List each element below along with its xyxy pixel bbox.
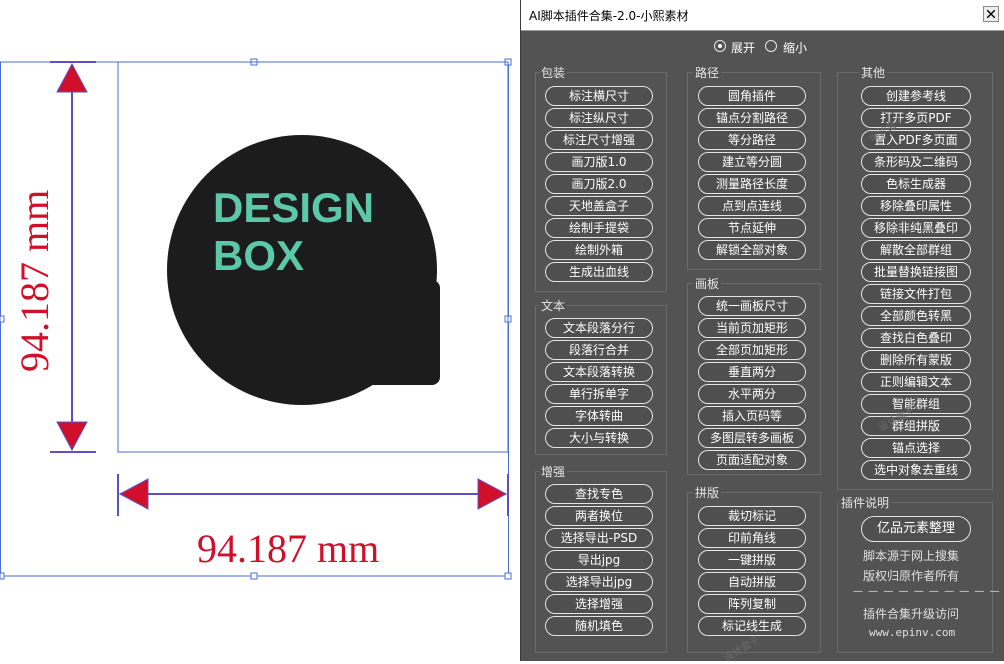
path-button[interactable]: 建立等分圆 [698, 152, 806, 172]
group-other-title: 其他 [859, 64, 888, 81]
path-button[interactable]: 节点延伸 [698, 218, 806, 238]
info-copyright-text: 版权归原作者所有 [863, 569, 960, 583]
artboard-button[interactable]: 统一画板尺寸 [698, 296, 806, 316]
other-button[interactable]: 智能群组 [861, 394, 971, 414]
enhance-button[interactable]: 选择增强 [545, 594, 653, 614]
group-path-title: 路径 [693, 64, 722, 81]
group-text-title: 文本 [539, 297, 568, 314]
artboard-button[interactable]: 全部页加矩形 [698, 340, 806, 360]
other-button[interactable]: 全部颜色转黑 [861, 306, 971, 326]
width-dimension-label: 94.187 mm [197, 526, 379, 571]
artboard-canvas[interactable]: DESIGN BOX 94.187 mm 94.187 mm [0, 0, 520, 661]
other-button[interactable]: 查找白色叠印 [861, 328, 971, 348]
group-plugin-info-title: 插件说明 [839, 494, 892, 511]
path-button[interactable]: 点到点连线 [698, 196, 806, 216]
group-packaging-title: 包装 [539, 64, 568, 81]
artboard-button[interactable]: 垂直两分 [698, 362, 806, 382]
text-button[interactable]: 文本段落分行 [545, 318, 653, 338]
other-button[interactable]: 移除叠印属性 [861, 196, 971, 216]
packaging-button[interactable]: 天地盖盒子 [545, 196, 653, 216]
info-divider: — — — — — — — — — — [853, 586, 1001, 597]
width-dimension-arrow [117, 474, 509, 516]
artwork-svg: DESIGN BOX 94.187 mm 94.187 mm [0, 58, 512, 580]
mode-selector: 展开 缩小 [521, 38, 1004, 56]
logo-text-box: BOX [213, 232, 304, 279]
artboard-button[interactable]: 页面适配对象 [698, 450, 806, 470]
imposition-button[interactable]: 一键拼版 [698, 550, 806, 570]
packaging-button[interactable]: 标注尺寸增强 [545, 130, 653, 150]
artboard-button[interactable]: 多图层转多画板 [698, 428, 806, 448]
text-button[interactable]: 单行拆单字 [545, 384, 653, 404]
other-button[interactable]: 正则编辑文本 [861, 372, 971, 392]
close-button[interactable] [983, 6, 999, 22]
path-button[interactable]: 锚点分割路径 [698, 108, 806, 128]
packaging-button[interactable]: 绘制外箱 [545, 240, 653, 260]
imposition-button[interactable]: 自动拼版 [698, 572, 806, 592]
other-button[interactable]: 删除所有蒙版 [861, 350, 971, 370]
other-button[interactable]: 锚点选择 [861, 438, 971, 458]
expand-radio[interactable] [714, 40, 726, 52]
logo-corner-block [345, 280, 440, 385]
packaging-button[interactable]: 标注横尺寸 [545, 86, 653, 106]
collapse-radio[interactable] [765, 40, 777, 52]
text-button[interactable]: 段落行合并 [545, 340, 653, 360]
packaging-button[interactable]: 绘制手提袋 [545, 218, 653, 238]
path-button[interactable]: 等分路径 [698, 130, 806, 150]
close-icon [987, 10, 995, 18]
artboard-button[interactable]: 水平两分 [698, 384, 806, 404]
info-upgrade-text: 插件合集升级访问 [863, 607, 960, 621]
imposition-button[interactable]: 裁切标记 [698, 506, 806, 526]
collapse-label[interactable]: 缩小 [783, 39, 807, 56]
enhance-button[interactable]: 选择导出jpg [545, 572, 653, 592]
expand-label[interactable]: 展开 [731, 39, 755, 56]
path-button[interactable]: 测量路径长度 [698, 174, 806, 194]
artboard-button[interactable]: 当前页加矩形 [698, 318, 806, 338]
other-button[interactable]: 创建参考线 [861, 86, 971, 106]
other-button[interactable]: 链接文件打包 [861, 284, 971, 304]
window-title: AI脚本插件合集-2.0-小熙素材 [529, 9, 689, 23]
enhance-button[interactable]: 查找专色 [545, 484, 653, 504]
imposition-button[interactable]: 阵列复制 [698, 594, 806, 614]
other-button[interactable]: 选中对象去重线 [861, 460, 971, 480]
path-button[interactable]: 解锁全部对象 [698, 240, 806, 260]
imposition-button[interactable]: 印前角线 [698, 528, 806, 548]
text-button[interactable]: 字体转曲 [545, 406, 653, 426]
packaging-button[interactable]: 标注纵尺寸 [545, 108, 653, 128]
group-enhance-title: 增强 [539, 463, 568, 480]
path-button[interactable]: 圆角插件 [698, 86, 806, 106]
other-button[interactable]: 解散全部群组 [861, 240, 971, 260]
packaging-button[interactable]: 画刀版2.0 [545, 174, 653, 194]
other-button[interactable]: 移除非纯黑叠印 [861, 218, 971, 238]
height-dimension-label: 94.187 mm [12, 190, 57, 372]
text-button[interactable]: 大小与转换 [545, 428, 653, 448]
epinv-organize-button[interactable]: 亿品元素整理 [861, 516, 971, 542]
enhance-button[interactable]: 选择导出-PSD [545, 528, 653, 548]
enhance-button[interactable]: 随机填色 [545, 616, 653, 636]
info-source-text: 脚本源于网上搜集 [863, 549, 960, 563]
info-url-link[interactable]: www.epinv.com [869, 626, 955, 639]
plugin-window: AI脚本插件合集-2.0-小熙素材 展开 缩小 包装 标注横尺寸 标注纵尺寸 标注尺… [520, 0, 1004, 664]
packaging-button[interactable]: 画刀版1.0 [545, 152, 653, 172]
other-button[interactable]: 条形码及二维码 [861, 152, 971, 172]
group-imposition-title: 拼版 [693, 484, 722, 501]
artboard-button[interactable]: 插入页码等 [698, 406, 806, 426]
group-artboard-title: 画板 [693, 275, 722, 292]
other-button[interactable]: 批量替换链接图 [861, 262, 971, 282]
enhance-button[interactable]: 两者换位 [545, 506, 653, 526]
logo-text-design: DESIGN [213, 184, 374, 231]
window-titlebar[interactable]: AI脚本插件合集-2.0-小熙素材 [521, 0, 1004, 31]
packaging-button[interactable]: 生成出血线 [545, 262, 653, 282]
other-button[interactable]: 色标生成器 [861, 174, 971, 194]
enhance-button[interactable]: 导出jpg [545, 550, 653, 570]
text-button[interactable]: 文本段落转换 [545, 362, 653, 382]
